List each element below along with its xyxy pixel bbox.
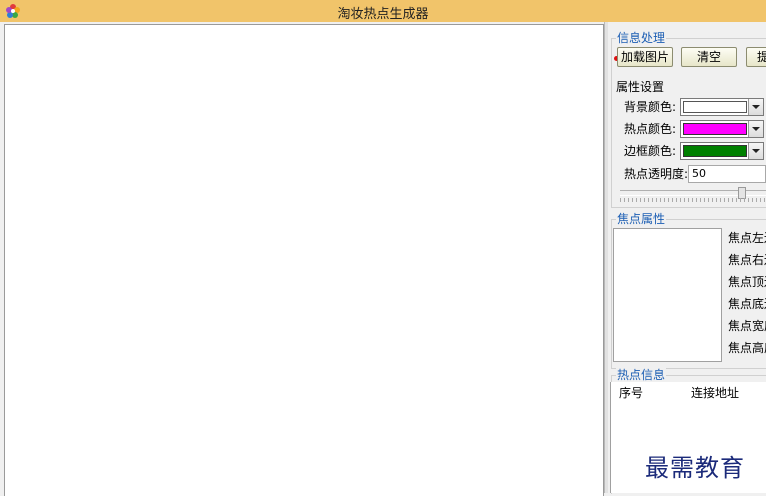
watermark-text: 最需教育 [645,454,745,482]
chevron-down-icon[interactable] [748,121,763,137]
attr-group-title: 属性设置 [616,80,665,94]
column-header-url[interactable]: 连接地址 [691,384,739,401]
focus-group-title: 焦点属性 [616,211,667,227]
focus-top-label: 焦点顶边 [728,275,766,289]
focus-left-label: 焦点左边 [728,231,766,245]
splitter[interactable] [604,22,608,493]
info-group-title: 信息处理 [616,30,667,46]
image-canvas[interactable] [4,24,604,496]
window-title: 淘妆热点生成器 [337,7,429,22]
title-bar[interactable]: 淘妆热点生成器 [0,0,766,22]
bg-color-label: 背景颜色: [624,100,677,114]
border-color-select[interactable] [680,142,764,160]
hot-color-select[interactable] [680,120,764,138]
border-color-swatch [683,145,747,157]
hotspot-group-title: 热点信息 [616,367,667,383]
bg-color-select[interactable] [680,98,764,116]
focus-list[interactable] [613,228,722,362]
opacity-input[interactable]: 50 [688,165,766,183]
submit-button[interactable]: 提 [746,47,766,67]
load-image-button[interactable]: 加载图片 [617,47,673,67]
hot-color-swatch [683,123,747,135]
opacity-slider-ticks [620,198,766,202]
column-header-index[interactable]: 序号 [619,384,643,401]
hot-color-label: 热点颜色: [624,122,677,136]
chevron-down-icon[interactable] [748,99,763,115]
focus-bottom-label: 焦点底边 [728,297,766,311]
focus-right-label: 焦点右边 [728,253,766,267]
opacity-label: 热点透明度: [624,167,689,181]
border-color-label: 边框颜色: [624,144,677,158]
clear-button[interactable]: 清空 [681,47,737,67]
focus-width-label: 焦点宽度 [728,319,766,333]
focus-height-label: 焦点高度 [728,341,766,355]
chevron-down-icon[interactable] [748,143,763,159]
bg-color-swatch [683,101,747,113]
